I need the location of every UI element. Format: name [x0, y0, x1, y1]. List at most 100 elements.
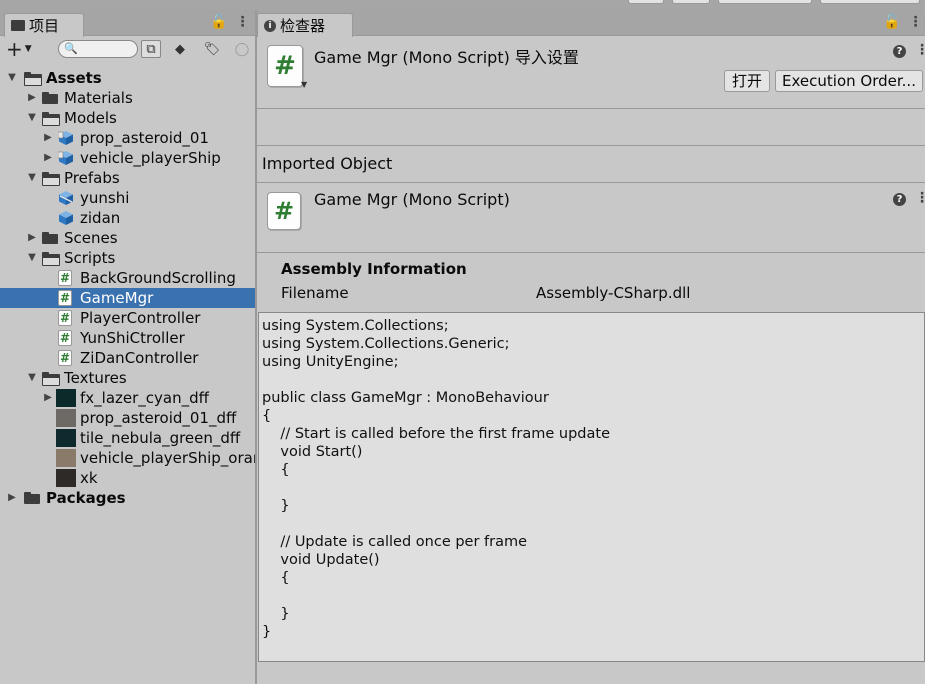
- tree-item[interactable]: ▶ Materials: [0, 88, 256, 108]
- collapsed-arrow-icon[interactable]: ▶: [26, 88, 38, 108]
- project-tabbar: 项目 🔓 ⋮: [0, 10, 256, 37]
- tree-item[interactable]: ▶ fx_lazer_cyan_dff: [0, 388, 256, 408]
- toolbar-button[interactable]: [672, 0, 710, 4]
- tree-item-label: xk: [80, 469, 98, 487]
- tree-item[interactable]: # GameMgr: [0, 288, 256, 308]
- expanded-arrow-icon[interactable]: ▼: [26, 248, 38, 268]
- folder-open-icon: [24, 70, 42, 86]
- tree-item[interactable]: ▶ prop_asteroid_01: [0, 128, 256, 148]
- filter-by-type-icon[interactable]: ◆: [170, 40, 190, 58]
- section-separator: [257, 110, 925, 146]
- tab-inspector[interactable]: i 检查器: [257, 13, 353, 37]
- prefab-variant-icon: [58, 190, 74, 206]
- expanded-arrow-icon[interactable]: ▼: [26, 168, 38, 188]
- tree-item-label: Textures: [64, 369, 127, 387]
- tab-project-label: 项目: [29, 17, 60, 35]
- tree-item[interactable]: ▶ vehicle_playerShip: [0, 148, 256, 168]
- tree-item-label: vehicle_playerShip_oran: [80, 449, 256, 467]
- collapsed-arrow-icon[interactable]: ▶: [42, 128, 54, 148]
- execution-order-button[interactable]: Execution Order...: [775, 70, 923, 92]
- tree-item[interactable]: # YunShiCtroller: [0, 328, 256, 348]
- folder-open-icon: [42, 370, 60, 386]
- create-button[interactable]: +: [6, 39, 23, 59]
- csharp-script-icon: #: [267, 45, 303, 87]
- filename-value: Assembly-CSharp.dll: [536, 284, 691, 302]
- expanded-arrow-icon[interactable]: ▼: [26, 108, 38, 128]
- kebab-menu-icon[interactable]: ⋮: [235, 14, 249, 30]
- tab-project[interactable]: 项目: [4, 13, 84, 37]
- import-settings-header: # ▼ Game Mgr (Mono Script) 导入设置 ? ⋮ 打开 E…: [257, 37, 925, 109]
- search-input[interactable]: 🔍: [58, 40, 138, 58]
- folder-icon: [42, 230, 58, 246]
- tree-item[interactable]: # BackGroundScrolling: [0, 268, 256, 288]
- tree-item-label: Prefabs: [64, 169, 120, 187]
- tree-item-label: prop_asteroid_01_dff: [80, 409, 237, 427]
- collapsed-arrow-icon[interactable]: ▶: [42, 388, 54, 408]
- open-button[interactable]: 打开: [724, 70, 770, 92]
- assembly-heading: Assembly Information: [281, 260, 467, 278]
- tree-item[interactable]: tile_nebula_green_dff: [0, 428, 256, 448]
- toolbar-dropdown[interactable]: [718, 0, 812, 4]
- script-preview[interactable]: using System.Collections; using System.C…: [258, 312, 925, 662]
- expanded-arrow-icon[interactable]: ▼: [6, 68, 18, 88]
- texture-thumb-icon: [56, 389, 76, 407]
- tree-item[interactable]: yunshi: [0, 188, 256, 208]
- tree-item-label: Scripts: [64, 249, 116, 267]
- object-title: Game Mgr (Mono Script): [314, 190, 510, 209]
- tree-item[interactable]: zidan: [0, 208, 256, 228]
- csharp-script-icon: #: [267, 192, 301, 230]
- tab-controls: 🔓 ⋮: [210, 14, 249, 30]
- tree-item[interactable]: prop_asteroid_01_dff: [0, 408, 256, 428]
- kebab-menu-icon[interactable]: ⋮: [908, 14, 922, 30]
- folder-open-icon: [42, 250, 60, 266]
- lock-icon[interactable]: 🔓: [883, 14, 900, 30]
- help-icon[interactable]: ?: [893, 45, 906, 58]
- tree-item[interactable]: ▼ Textures: [0, 368, 256, 388]
- info-icon: i: [264, 19, 276, 32]
- tree-item-label: ZiDanController: [80, 349, 199, 367]
- texture-thumb-icon: [56, 429, 76, 447]
- search-icon: 🔍: [64, 42, 78, 55]
- tree-item[interactable]: ▼ Models: [0, 108, 256, 128]
- project-toolbar: + ▼ 🔍 ⧉ ◆ 🏷 ◯: [0, 37, 256, 61]
- folder-icon: [11, 20, 25, 31]
- collapsed-arrow-icon[interactable]: ▶: [26, 228, 38, 248]
- tree-item[interactable]: xk: [0, 468, 256, 488]
- tree-item-label: GameMgr: [80, 289, 154, 307]
- tree-item[interactable]: # PlayerController: [0, 308, 256, 328]
- tree-item-label: yunshi: [80, 189, 130, 207]
- collapsed-arrow-icon[interactable]: ▶: [6, 488, 18, 508]
- hidden-packages-icon[interactable]: ◯: [232, 40, 252, 58]
- tree-item-label: tile_nebula_green_dff: [80, 429, 241, 447]
- inspector-tabbar: i 检查器 🔓 ⋮: [257, 10, 925, 37]
- tree-item[interactable]: ▶ Packages: [0, 488, 256, 508]
- tree-item[interactable]: ▼ Prefabs: [0, 168, 256, 188]
- help-icon[interactable]: ?: [893, 193, 906, 206]
- project-tree: ▼ Assets ▶ Materials ▼ Models ▶ prop_asteroid_0…: [0, 68, 256, 508]
- csharp-script-icon: #: [58, 330, 72, 346]
- toolbar-dropdown[interactable]: [820, 0, 920, 4]
- tree-item-label: vehicle_playerShip: [80, 149, 221, 167]
- tree-item[interactable]: vehicle_playerShip_oran: [0, 448, 256, 468]
- kebab-menu-icon[interactable]: ⋮: [915, 190, 925, 206]
- collapsed-arrow-icon[interactable]: ▶: [42, 148, 54, 168]
- tree-item[interactable]: ▼ Scripts: [0, 248, 256, 268]
- object-header: # Game Mgr (Mono Script) ? ⋮: [257, 183, 925, 253]
- lock-icon[interactable]: 🔓: [210, 14, 227, 30]
- prefab-icon: [58, 210, 74, 226]
- filter-by-label-icon[interactable]: 🏷: [202, 40, 222, 58]
- tree-item-label: prop_asteroid_01: [80, 129, 209, 147]
- folder-open-icon: [42, 110, 60, 126]
- toolbar-button[interactable]: [628, 0, 664, 4]
- tree-item[interactable]: ▶ Scenes: [0, 228, 256, 248]
- expanded-arrow-icon[interactable]: ▼: [26, 368, 38, 388]
- chevron-down-icon[interactable]: ▼: [301, 80, 307, 89]
- search-by-type-icon[interactable]: ⧉: [141, 40, 161, 58]
- tree-item[interactable]: # ZiDanController: [0, 348, 256, 368]
- chevron-down-icon[interactable]: ▼: [25, 44, 32, 54]
- csharp-script-icon: #: [58, 310, 72, 326]
- kebab-menu-icon[interactable]: ⋮: [915, 42, 925, 58]
- tree-item[interactable]: ▼ Assets: [0, 68, 256, 88]
- tree-item-label: PlayerController: [80, 309, 201, 327]
- tree-item-label: Materials: [64, 89, 133, 107]
